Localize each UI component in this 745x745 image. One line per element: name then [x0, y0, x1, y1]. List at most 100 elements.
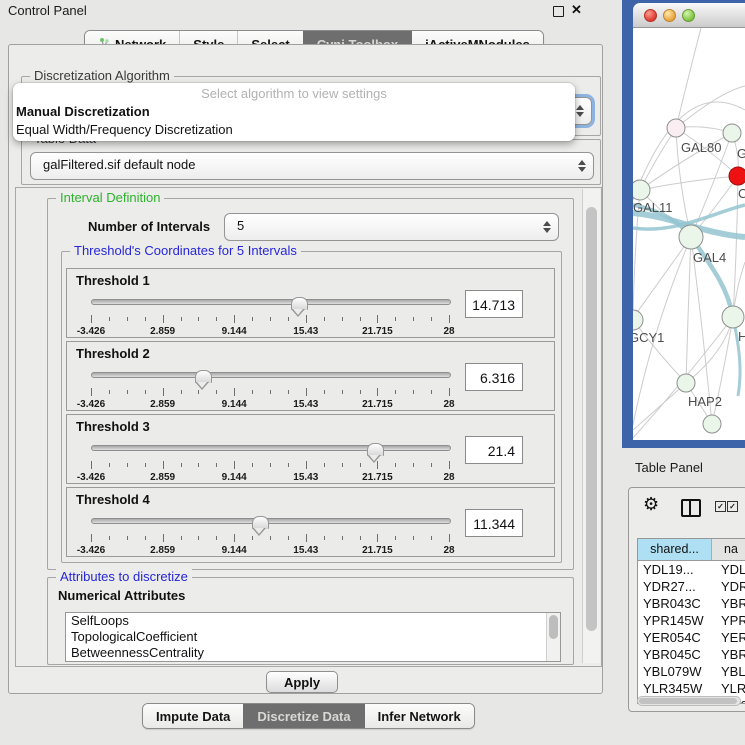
network-node-h[interactable] — [722, 306, 744, 328]
tab-infer-network[interactable]: Infer Network — [364, 704, 474, 728]
slider-thumb[interactable] — [291, 297, 308, 310]
slider-track[interactable] — [91, 299, 451, 305]
network-edge — [686, 237, 691, 383]
minimize-traffic-light-icon[interactable] — [663, 9, 676, 22]
tab-label: Infer Network — [378, 709, 461, 724]
control-panel-title: Control Panel — [8, 3, 87, 18]
cell-shared-name[interactable]: YLR345W — [638, 680, 712, 697]
cell-shared-name[interactable]: YBL079W — [638, 663, 712, 680]
attribute-item-betweennesscentrality[interactable]: BetweennessCentrality — [66, 645, 560, 661]
threshold-panel-2: Threshold 2-3.4262.8599.14415.4321.71528… — [66, 341, 555, 411]
network-window: GAL80G.CGAL11GAL4GCY1HHAP2 — [622, 0, 745, 448]
node-label: GAL80 — [681, 140, 721, 155]
attributes-group-title: Attributes to discretize — [56, 569, 192, 584]
settings-vertical-scrollbar[interactable] — [582, 189, 600, 663]
cell-name[interactable]: YER0 — [712, 629, 745, 646]
cell-shared-name[interactable]: YER054C — [638, 629, 712, 646]
tab-label: Discretize Data — [257, 709, 350, 724]
cell-name[interactable]: YDR2 — [712, 578, 745, 595]
numerical-attributes-list: SelfLoopsTopologicalCoefficientBetweenne… — [65, 612, 561, 662]
attribute-item-selfloops[interactable]: SelfLoops — [66, 613, 560, 629]
table-data-combobox[interactable]: galFiltered.sif default node — [30, 152, 594, 180]
tab-discretize-data[interactable]: Discretize Data — [243, 704, 363, 728]
table-row[interactable]: YBR043CYBR0 — [638, 595, 745, 612]
cell-name[interactable]: YBR0 — [712, 646, 745, 663]
close-window-icon[interactable]: ✕ — [571, 2, 582, 18]
slider-tick-labels: -3.4262.8599.14415.4321.71528 — [91, 399, 449, 411]
table-header-shared-name[interactable]: shared... — [638, 539, 712, 560]
slider-ticks — [91, 461, 449, 470]
discretization-algorithm-group-title: Discretization Algorithm — [30, 68, 174, 83]
attributes-group: Attributes to discretize Numerical Attri… — [47, 577, 574, 665]
network-node-c[interactable] — [729, 167, 745, 185]
slider-thumb[interactable] — [367, 443, 384, 456]
columns-icon[interactable] — [681, 499, 701, 517]
cell-name[interactable]: YLR3 — [712, 680, 745, 697]
table-row[interactable]: YDR27...YDR2 — [638, 578, 745, 595]
network-node[interactable] — [703, 415, 721, 433]
network-window-titlebar[interactable] — [633, 3, 745, 28]
table-row[interactable]: YBL079WYBL0 — [638, 663, 745, 680]
cell-shared-name[interactable]: YBR043C — [638, 595, 712, 612]
network-edge — [633, 237, 691, 318]
threshold-slider-1[interactable]: -3.4262.8599.14415.4321.71528 — [91, 293, 449, 335]
dropdown-option-manual-discretization[interactable]: Manual Discretization — [13, 103, 575, 121]
attributes-list-scrollbar[interactable] — [546, 613, 560, 661]
table-row[interactable]: YBR045CYBR0 — [638, 646, 745, 663]
table-horizontal-scrollbar[interactable] — [637, 696, 741, 706]
cell-shared-name[interactable]: YDR27... — [638, 578, 712, 595]
cell-name[interactable]: YDL1 — [712, 561, 745, 578]
tab-label: Impute Data — [156, 709, 230, 724]
cell-shared-name[interactable]: YDL19... — [638, 561, 712, 578]
table-header-name[interactable]: na — [712, 539, 745, 560]
network-edge — [640, 128, 676, 190]
threshold-value-field-3[interactable]: 21.4 — [465, 436, 523, 464]
zoom-traffic-light-icon[interactable] — [682, 9, 695, 22]
node-label: HAP2 — [688, 394, 722, 409]
network-canvas[interactable]: GAL80G.CGAL11GAL4GCY1HHAP2 — [633, 28, 745, 440]
network-node-gal11[interactable] — [633, 180, 650, 200]
combobox-stepper-icon — [543, 221, 551, 233]
float-window-icon[interactable] — [553, 6, 564, 17]
network-node-g[interactable] — [723, 124, 741, 142]
attribute-item-topologicalcoefficient[interactable]: TopologicalCoefficient — [66, 629, 560, 645]
cell-name[interactable]: YPR1 — [712, 612, 745, 629]
cell-name[interactable]: YBR0 — [712, 595, 745, 612]
dropdown-placeholder-item[interactable]: Select algorithm to view settings — [13, 85, 575, 103]
cell-shared-name[interactable]: YPR145W — [638, 612, 712, 629]
slider-thumb[interactable] — [252, 516, 269, 529]
threshold-value-field-4[interactable]: 11.344 — [465, 509, 523, 537]
threshold-slider-4[interactable]: -3.4262.8599.14415.4321.71528 — [91, 512, 449, 554]
slider-thumb[interactable] — [195, 370, 212, 383]
table-row[interactable]: YER054CYER0 — [638, 629, 745, 646]
threshold-value-field-2[interactable]: 6.316 — [465, 363, 523, 391]
network-edge — [676, 28, 701, 128]
table-row[interactable]: YDL19...YDL1 — [638, 561, 745, 578]
dropdown-option-equal-width-frequency-discretization[interactable]: Equal Width/Frequency Discretization — [13, 121, 575, 139]
tab-impute-data[interactable]: Impute Data — [143, 704, 243, 728]
network-node-gal4[interactable] — [679, 225, 703, 249]
apply-button[interactable]: Apply — [266, 671, 338, 693]
gear-icon[interactable]: ⚙ — [643, 494, 659, 515]
table-data-group: Table Data galFiltered.sif default node — [21, 139, 601, 185]
table-row[interactable]: YLR345WYLR3 — [638, 680, 745, 697]
slider-track[interactable] — [91, 518, 451, 524]
cyni-bottom-tabs: Impute Data Discretize Data Infer Network — [142, 703, 475, 729]
slider-track[interactable] — [91, 372, 451, 378]
network-node-gal80[interactable] — [667, 119, 685, 137]
threshold-value-field-1[interactable]: 14.713 — [465, 290, 523, 318]
select-columns-icon[interactable]: ✓✓ — [715, 501, 738, 512]
network-edge — [691, 237, 733, 317]
slider-ticks — [91, 534, 449, 543]
cell-name[interactable]: YBL0 — [712, 663, 745, 680]
number-of-intervals-combobox[interactable]: 5 — [224, 213, 559, 241]
slider-track[interactable] — [91, 445, 451, 451]
network-node-hap2[interactable] — [677, 374, 695, 392]
cell-shared-name[interactable]: YBR045C — [638, 646, 712, 663]
table-row[interactable]: YPR145WYPR1 — [638, 612, 745, 629]
network-node-gcy1[interactable] — [633, 310, 643, 330]
threshold-slider-2[interactable]: -3.4262.8599.14415.4321.71528 — [91, 366, 449, 408]
slider-tick-labels: -3.4262.8599.14415.4321.71528 — [91, 545, 449, 557]
threshold-slider-3[interactable]: -3.4262.8599.14415.4321.71528 — [91, 439, 449, 481]
close-traffic-light-icon[interactable] — [644, 9, 657, 22]
